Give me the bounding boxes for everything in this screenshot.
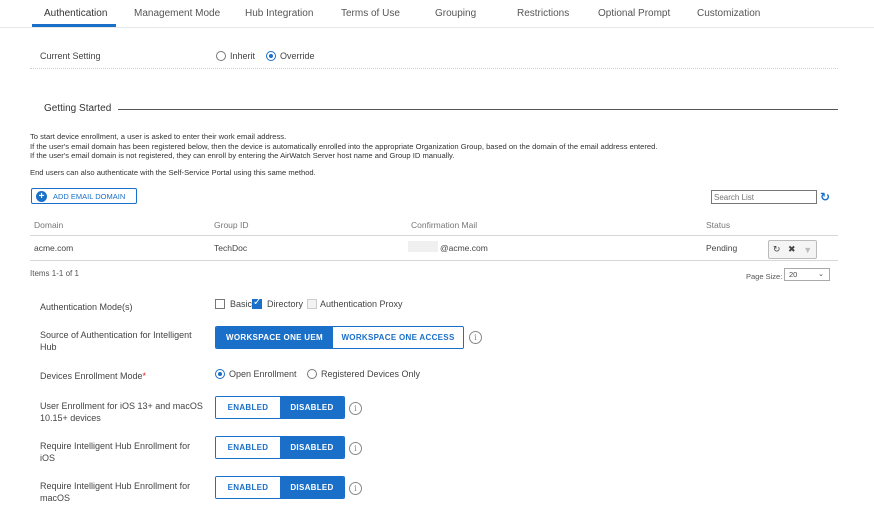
- getting-started-title: Getting Started: [44, 103, 112, 114]
- refresh-icon[interactable]: ↻: [820, 190, 830, 204]
- tab-grouping[interactable]: Grouping: [435, 8, 476, 19]
- items-count: Items 1-1 of 1: [30, 269, 79, 278]
- row-actions: ↻ ✖ ▼: [768, 240, 817, 259]
- source-auth-label: Source of Authentication for Intelligent: [40, 330, 192, 340]
- basic-checkbox[interactable]: [215, 299, 225, 309]
- confirmation-mail-cell: @acme.com: [440, 243, 488, 253]
- page-size-value: 20: [789, 270, 798, 279]
- tab-terms-of-use[interactable]: Terms of Use: [341, 8, 400, 19]
- disabled-option[interactable]: DISABLED: [280, 477, 344, 498]
- open-enrollment-radio[interactable]: [215, 369, 225, 379]
- hub-ios-toggle: ENABLED DISABLED: [215, 436, 345, 459]
- authentication-proxy-label: Authentication Proxy: [320, 299, 403, 309]
- required-mark: *: [142, 371, 147, 381]
- info-icon[interactable]: i: [469, 331, 482, 344]
- hub-macos-label-cont: macOS: [40, 493, 71, 503]
- enrollment-mode-label: Devices Enrollment Mode*: [40, 371, 146, 382]
- tab-restrictions[interactable]: Restrictions: [517, 8, 569, 19]
- directory-label: Directory: [267, 299, 304, 309]
- disabled-option[interactable]: DISABLED: [280, 437, 344, 458]
- tab-hub-integration[interactable]: Hub Integration: [245, 8, 313, 19]
- info-icon[interactable]: i: [349, 482, 362, 495]
- source-auth-toggle: WORKSPACE ONE UEM WORKSPACE ONE ACCESS: [215, 326, 464, 349]
- tab-bar: Authentication Management Mode Hub Integ…: [0, 0, 874, 28]
- search-input[interactable]: [711, 190, 817, 204]
- registered-devices-radio[interactable]: [307, 369, 317, 379]
- column-header-domain[interactable]: Domain: [34, 220, 63, 230]
- description-line: If the user's email domain has been regi…: [30, 142, 658, 151]
- workspace-one-access-option[interactable]: WORKSPACE ONE ACCESS: [333, 327, 463, 348]
- page-size-label: Page Size:: [746, 272, 783, 281]
- enabled-option[interactable]: ENABLED: [216, 397, 280, 418]
- authentication-proxy-checkbox[interactable]: [307, 299, 317, 309]
- tab-bar-divider: [0, 27, 874, 28]
- current-setting-label: Current Setting: [40, 51, 101, 61]
- inherit-label: Inherit: [230, 51, 256, 61]
- inherit-radio[interactable]: [216, 51, 226, 61]
- override-label: Override: [280, 51, 315, 61]
- override-radio[interactable]: [266, 51, 276, 61]
- grid-header: Domain Group ID Confirmation Mail Status: [30, 213, 838, 236]
- open-enrollment-label: Open Enrollment: [229, 369, 297, 379]
- auth-modes-label: Authentication Mode(s): [40, 302, 133, 312]
- info-icon[interactable]: i: [349, 442, 362, 455]
- domain-cell: acme.com: [34, 243, 74, 253]
- column-header-group-id[interactable]: Group ID: [214, 220, 249, 230]
- tab-customization[interactable]: Customization: [697, 8, 760, 19]
- section-divider: [118, 109, 838, 110]
- user-enrollment-label-cont: 10.15+ devices: [40, 413, 101, 423]
- tab-authentication[interactable]: Authentication: [44, 8, 107, 19]
- column-header-status[interactable]: Status: [706, 220, 730, 230]
- more-icon[interactable]: ▼: [803, 245, 812, 255]
- disabled-option[interactable]: DISABLED: [280, 397, 344, 418]
- hub-macos-toggle: ENABLED DISABLED: [215, 476, 345, 499]
- delete-icon[interactable]: ✖: [788, 244, 796, 255]
- tab-optional-prompt[interactable]: Optional Prompt: [598, 8, 670, 19]
- description-line: If the user's email domain is not regist…: [30, 151, 455, 160]
- registered-devices-label: Registered Devices Only: [321, 369, 421, 379]
- page-size-select[interactable]: 20 ⌄: [784, 268, 830, 281]
- column-header-confirmation-mail[interactable]: Confirmation Mail: [411, 220, 477, 230]
- user-enrollment-label: User Enrollment for iOS 13+ and macOS: [40, 401, 203, 411]
- basic-label: Basic: [230, 299, 253, 309]
- add-email-domain-button[interactable]: + ADD EMAIL DOMAIN: [31, 188, 137, 204]
- table-row[interactable]: acme.com TechDoc @acme.com Pending ↻ ✖ ▼: [30, 237, 838, 261]
- divider: [30, 68, 838, 69]
- info-icon[interactable]: i: [349, 402, 362, 415]
- hub-ios-label: Require Intelligent Hub Enrollment for: [40, 441, 191, 451]
- directory-checkbox[interactable]: [252, 297, 262, 309]
- enrollment-mode-text: Devices Enrollment Mode: [40, 371, 143, 381]
- enabled-option[interactable]: ENABLED: [216, 437, 280, 458]
- tab-management-mode[interactable]: Management Mode: [134, 8, 220, 19]
- user-enrollment-toggle: ENABLED DISABLED: [215, 396, 345, 419]
- resend-icon[interactable]: ↻: [773, 244, 781, 255]
- add-email-domain-label: ADD EMAIL DOMAIN: [53, 191, 126, 201]
- hub-macos-label: Require Intelligent Hub Enrollment for: [40, 481, 191, 491]
- chevron-down-icon: ⌄: [818, 271, 824, 278]
- plus-icon: +: [36, 190, 47, 202]
- status-cell: Pending: [706, 243, 738, 253]
- hub-ios-label-cont: iOS: [40, 453, 56, 463]
- group-id-cell: TechDoc: [214, 243, 248, 253]
- description-line: End users can also authenticate with the…: [30, 168, 316, 177]
- enabled-option[interactable]: ENABLED: [216, 477, 280, 498]
- source-auth-label-cont: Hub: [40, 342, 57, 352]
- description-line: To start device enrollment, a user is as…: [30, 132, 287, 141]
- workspace-one-uem-option[interactable]: WORKSPACE ONE UEM: [216, 327, 334, 348]
- redacted-block: [408, 241, 438, 252]
